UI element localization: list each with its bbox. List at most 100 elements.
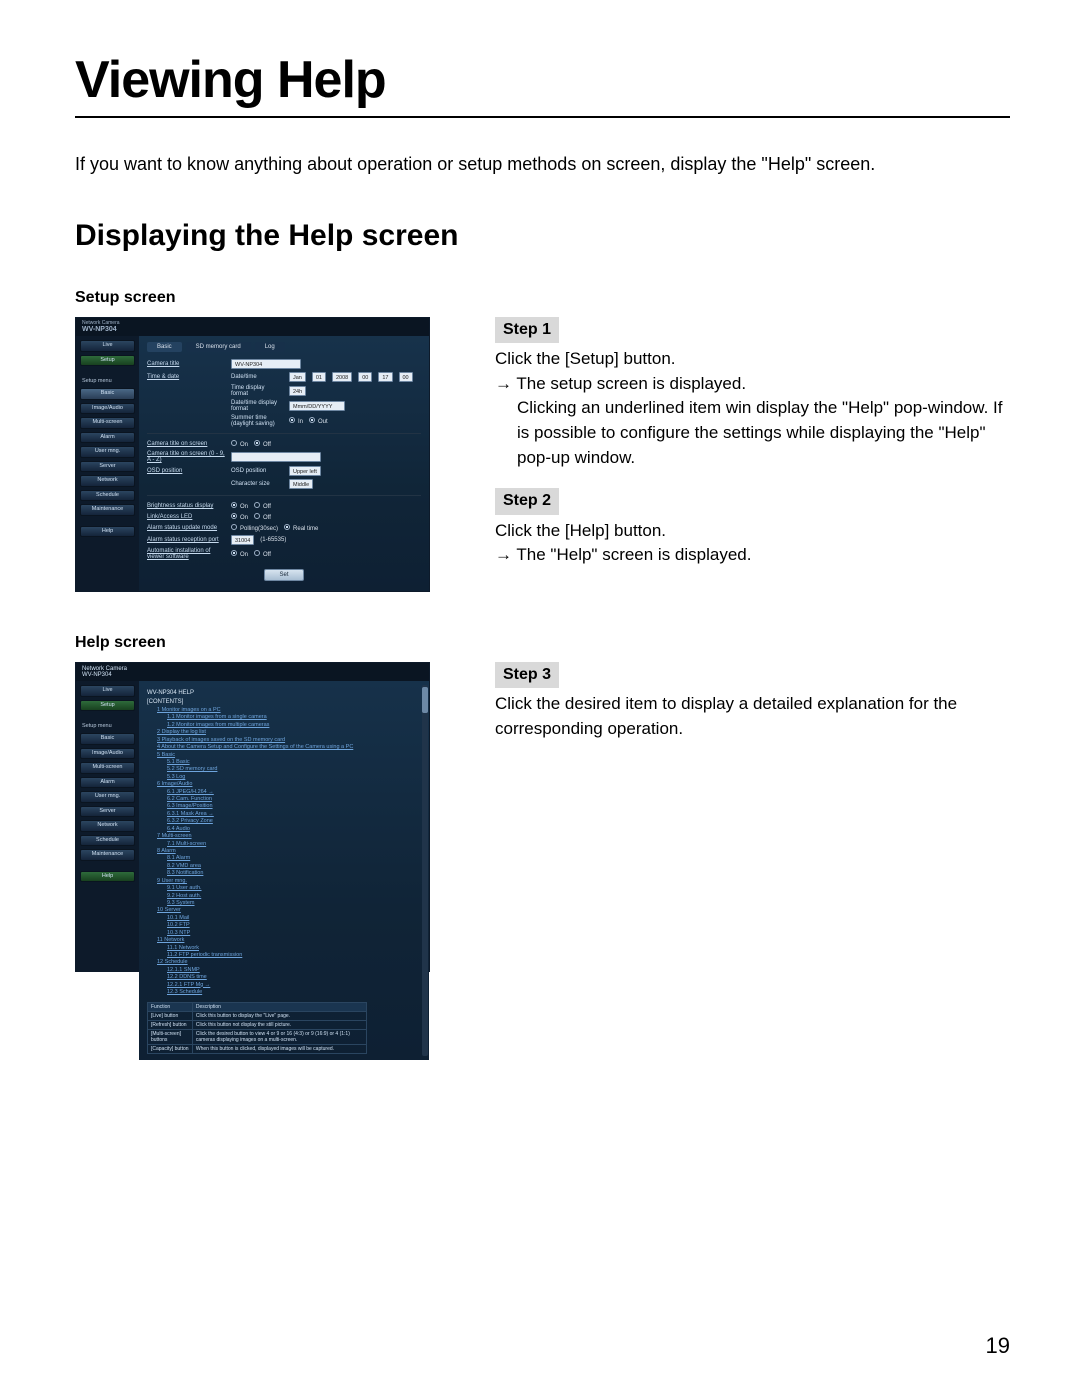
dt-month[interactable]: Jan [289, 372, 306, 382]
help-setup-button[interactable]: Setup [80, 700, 135, 712]
help-toc-link[interactable]: 1.1 Monitor images from a single camera [147, 714, 421, 721]
help-toc-link[interactable]: 3 Playback of images saved on the SD mem… [147, 737, 421, 744]
help-side-help[interactable]: Help [80, 871, 135, 883]
time-display-select[interactable]: 24h [289, 386, 306, 396]
sidebar-item-basic[interactable]: Basic [80, 388, 135, 400]
link-led-off[interactable]: Off [254, 513, 271, 521]
help-toc-link[interactable]: 9.3 System [147, 900, 421, 907]
dt-day[interactable]: 01 [312, 372, 326, 382]
help-toc-link[interactable]: 2 Display the log list [147, 729, 421, 736]
help-side-multiscreen[interactable]: Multi-screen [80, 762, 135, 774]
help-side-schedule[interactable]: Schedule [80, 835, 135, 847]
title-rule [75, 116, 1010, 118]
help-toc-link[interactable]: 12 Schedule [147, 959, 421, 966]
help-toc-link[interactable]: 9.1 User auth. [147, 885, 421, 892]
brightness-off[interactable]: Off [254, 502, 271, 510]
osd-pos-select[interactable]: Upper left [289, 466, 321, 476]
help-toc-link[interactable]: 6 Image/Audio [147, 781, 421, 788]
help-toc-link[interactable]: 10 Server [147, 907, 421, 914]
help-toc-link[interactable]: 6.4 Audio [147, 826, 421, 833]
help-toc-link[interactable]: 6.3.2 Privacy Zone [147, 818, 421, 825]
help-toc-link[interactable]: 10.1 Mail [147, 915, 421, 922]
help-toc-link[interactable]: 12.3 Schedule [147, 989, 421, 996]
help-toc-link[interactable]: 6.2 Cam. Function [147, 796, 421, 803]
help-toc-link[interactable]: 7.1 Multi-screen [147, 841, 421, 848]
brightness-label: Brightness status display [147, 503, 225, 509]
help-toc-link[interactable]: 11 Network [147, 937, 421, 944]
help-table-cell: [Live] button [148, 1012, 193, 1021]
dt-hh[interactable]: 00 [358, 372, 372, 382]
live-button[interactable]: Live [80, 340, 135, 352]
help-live-button[interactable]: Live [80, 685, 135, 697]
sidebar-item-schedule[interactable]: Schedule [80, 490, 135, 502]
scrollbar[interactable] [422, 685, 428, 1056]
sidebar-item-usermng[interactable]: User mng. [80, 446, 135, 458]
sidebar-item-help[interactable]: Help [80, 526, 135, 538]
help-toc-link[interactable]: 1.2 Monitor images from multiple cameras [147, 722, 421, 729]
summer-in[interactable]: In [289, 417, 303, 425]
help-toc-link[interactable]: 6.3 Image/Position [147, 803, 421, 810]
help-side-server[interactable]: Server [80, 806, 135, 818]
help-toc-link[interactable]: 12.1.1 SNMP [147, 967, 421, 974]
help-side-imageaudio[interactable]: Image/Audio [80, 748, 135, 760]
help-toc-link[interactable]: 8.1 Alarm [147, 855, 421, 862]
sidebar-item-server[interactable]: Server [80, 461, 135, 473]
alarm-mode-real[interactable]: Real time [284, 524, 318, 532]
dt-ss[interactable]: 00 [399, 372, 413, 382]
help-toc-link[interactable]: 12.2 DDNS time [147, 974, 421, 981]
camera-title-input[interactable]: WV-NP304 [231, 359, 301, 369]
help-toc-link[interactable]: 5.1 Basic [147, 759, 421, 766]
sidebar-item-network[interactable]: Network [80, 475, 135, 487]
setup-button[interactable]: Setup [80, 355, 135, 367]
dt-mm[interactable]: 17 [378, 372, 392, 382]
cam-onscreen-label: Camera title on screen [147, 441, 225, 447]
auto-install-off[interactable]: Off [254, 550, 271, 558]
summer-out[interactable]: Out [309, 417, 328, 425]
help-toc-link[interactable]: 6.3.1 Mask Area → [147, 811, 421, 818]
help-toc-link[interactable]: 7 Multi-screen [147, 833, 421, 840]
cam-onscreen-off[interactable]: Off [254, 440, 271, 448]
help-toc-link[interactable]: 12.2.1 FTP Mg → [147, 982, 421, 989]
cam-onscreen-on[interactable]: On [231, 440, 248, 448]
help-toc-link[interactable]: 5 Basic [147, 752, 421, 759]
link-led-on[interactable]: On [231, 513, 248, 521]
sidebar-item-maintenance[interactable]: Maintenance [80, 504, 135, 516]
cam-onscreen2-label: Camera title on screen (0 - 9, A - Z) [147, 451, 225, 463]
help-toc-link[interactable]: 5.3 Log [147, 774, 421, 781]
set-button[interactable]: Set [264, 569, 303, 581]
tab-log[interactable]: Log [255, 342, 285, 352]
dt-year[interactable]: 2008 [332, 372, 352, 382]
help-side-basic[interactable]: Basic [80, 733, 135, 745]
char-size-select[interactable]: Middle [289, 479, 313, 489]
help-side-network[interactable]: Network [80, 820, 135, 832]
tab-basic[interactable]: Basic [147, 342, 182, 352]
help-toc-link[interactable]: 5.2 SD memory card [147, 766, 421, 773]
date-format-select[interactable]: Mmm/DD/YYYY [289, 401, 345, 411]
scrollbar-thumb[interactable] [422, 687, 428, 713]
alarm-mode-poll[interactable]: Polling(30sec) [231, 524, 278, 532]
char-size-label: Character size [231, 481, 283, 487]
help-toc-link[interactable]: 1 Monitor images on a PC [147, 707, 421, 714]
help-toc-link[interactable]: 11.2 FTP periodic transmission [147, 952, 421, 959]
auto-install-on[interactable]: On [231, 550, 248, 558]
sidebar-item-multiscreen[interactable]: Multi-screen [80, 417, 135, 429]
help-toc-link[interactable]: 4 About the Camera Setup and Configure t… [147, 744, 421, 751]
help-toc-link[interactable]: 6.1 JPEG/H.264 → [147, 789, 421, 796]
help-toc-link[interactable]: 10.3 NTP [147, 930, 421, 937]
help-side-usermng[interactable]: User mng. [80, 791, 135, 803]
help-toc-link[interactable]: 8 Alarm [147, 848, 421, 855]
help-toc-link[interactable]: 9 User mng. [147, 878, 421, 885]
brightness-on[interactable]: On [231, 502, 248, 510]
help-toc-link[interactable]: 8.3 Notification [147, 870, 421, 877]
alarm-port-input[interactable]: 31004 [231, 535, 254, 545]
sidebar-item-alarm[interactable]: Alarm [80, 432, 135, 444]
help-toc-link[interactable]: 11.1 Network [147, 945, 421, 952]
help-toc-link[interactable]: 8.2 VMD area [147, 863, 421, 870]
cam-onscreen2-input[interactable] [231, 452, 321, 462]
sidebar-item-imageaudio[interactable]: Image/Audio [80, 403, 135, 415]
help-side-maintenance[interactable]: Maintenance [80, 849, 135, 861]
help-toc-link[interactable]: 9.2 Host auth. [147, 893, 421, 900]
help-toc-link[interactable]: 10.2 FTP [147, 922, 421, 929]
tab-sd[interactable]: SD memory card [186, 342, 251, 352]
help-side-alarm[interactable]: Alarm [80, 777, 135, 789]
